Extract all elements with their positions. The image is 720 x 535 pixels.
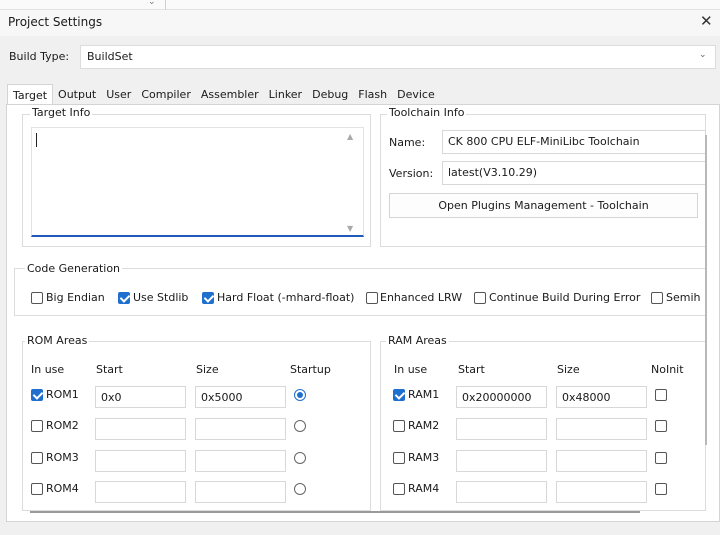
text-caret	[36, 133, 37, 147]
rom1-start-field[interactable]: 0x0	[95, 386, 186, 408]
rom2-startup-radio[interactable]	[294, 420, 306, 432]
ram3-noinit-checkbox[interactable]	[655, 452, 667, 464]
ram-start-header: Start	[458, 363, 485, 376]
ram1-label: RAM1	[408, 388, 440, 401]
rom3-startup-radio[interactable]	[294, 452, 306, 464]
rom4-size-field[interactable]	[195, 481, 286, 503]
continue-build-checkbox[interactable]	[474, 292, 486, 304]
tab-compiler[interactable]: Compiler	[136, 86, 196, 105]
tab-debug[interactable]: Debug	[307, 86, 353, 105]
enhanced-lrw-checkbox[interactable]	[366, 292, 378, 304]
target-info-textarea[interactable]	[31, 127, 364, 237]
rom2-start-field[interactable]	[95, 418, 186, 440]
title-bar	[0, 10, 720, 36]
rom4-start-field[interactable]	[95, 481, 186, 503]
ram1-checkbox[interactable]	[393, 389, 405, 401]
tab-user[interactable]: User	[101, 86, 136, 105]
build-type-select[interactable]: BuildSet	[80, 45, 716, 69]
use-stdlib-checkbox[interactable]	[118, 292, 130, 304]
ram1-noinit-checkbox[interactable]	[655, 389, 667, 401]
ram2-start-field[interactable]	[456, 418, 547, 440]
ram2-checkbox[interactable]	[393, 420, 405, 432]
rom1-size-field[interactable]: 0x5000	[195, 386, 286, 408]
ram3-start-field[interactable]	[456, 450, 547, 472]
big-endian-label: Big Endian	[46, 291, 105, 304]
rom3-checkbox[interactable]	[31, 452, 43, 464]
hard-float-label: Hard Float (-mhard-float)	[217, 291, 355, 304]
tab-target[interactable]: Target	[7, 84, 54, 105]
rom2-label: ROM2	[46, 419, 79, 432]
build-type-label: Build Type:	[9, 50, 70, 63]
rom1-label: ROM1	[46, 388, 79, 401]
tab-assembler[interactable]: Assembler	[196, 86, 264, 105]
ram-inuse-header: In use	[394, 363, 428, 376]
chevron-down-icon: ⌄	[148, 0, 156, 7]
rom4-checkbox[interactable]	[31, 483, 43, 495]
ram4-size-field[interactable]	[556, 481, 647, 503]
rom1-checkbox[interactable]	[31, 389, 43, 401]
semihosting-label: Semih	[666, 291, 701, 304]
rom-areas-label: ROM Areas	[25, 334, 90, 347]
rom2-checkbox[interactable]	[31, 420, 43, 432]
ram2-label: RAM2	[408, 419, 440, 432]
ram-areas-label: RAM Areas	[386, 334, 449, 347]
background-window-strip	[0, 0, 720, 10]
rom4-label: ROM4	[46, 482, 79, 495]
toolchain-name-label: Name:	[389, 136, 426, 149]
window-title: Project Settings	[8, 15, 103, 29]
toolchain-name-field[interactable]: CK 800 CPU ELF-MiniLibc Toolchain	[442, 130, 706, 154]
tab-output[interactable]: Output	[53, 86, 101, 105]
chevron-down-icon[interactable]: ⌄	[699, 50, 707, 60]
rom-startup-header: Startup	[290, 363, 331, 376]
ram3-checkbox[interactable]	[393, 452, 405, 464]
enhanced-lrw-label: Enhanced LRW	[380, 291, 463, 304]
rom-inuse-header: In use	[31, 363, 65, 376]
continue-build-label: Continue Build During Error	[489, 291, 641, 304]
tab-linker[interactable]: Linker	[264, 86, 307, 105]
code-generation-label: Code Generation	[25, 262, 123, 275]
vertical-scrollbar[interactable]	[705, 135, 707, 445]
ram4-noinit-checkbox[interactable]	[655, 483, 667, 495]
toolchain-version-label: Version:	[389, 167, 434, 180]
target-info-label: Target Info	[30, 106, 93, 119]
horizontal-scrollbar[interactable]	[30, 511, 640, 513]
ram4-start-field[interactable]	[456, 481, 547, 503]
ram-size-header: Size	[557, 363, 580, 376]
rom1-startup-radio[interactable]	[294, 389, 306, 401]
hard-float-checkbox[interactable]	[202, 292, 214, 304]
rom3-start-field[interactable]	[95, 450, 186, 472]
ram1-size-field[interactable]: 0x48000	[556, 386, 647, 408]
ram4-label: RAM4	[408, 482, 440, 495]
close-icon[interactable]: ✕	[700, 12, 713, 30]
rom2-size-field[interactable]	[195, 418, 286, 440]
rom3-label: ROM3	[46, 451, 79, 464]
rom-start-header: Start	[96, 363, 123, 376]
scroll-down-icon[interactable]: ▼	[347, 224, 353, 233]
ram1-start-field[interactable]: 0x20000000	[456, 386, 547, 408]
tab-flash[interactable]: Flash	[353, 86, 392, 105]
big-endian-checkbox[interactable]	[31, 292, 43, 304]
tab-device[interactable]: Device	[392, 86, 440, 105]
ram4-checkbox[interactable]	[393, 483, 405, 495]
rom3-size-field[interactable]	[195, 450, 286, 472]
tab-bar: Target Output User Compiler Assembler Li…	[7, 84, 440, 106]
ram2-noinit-checkbox[interactable]	[655, 420, 667, 432]
scroll-up-icon[interactable]: ▲	[347, 132, 353, 141]
ram3-size-field[interactable]	[556, 450, 647, 472]
ram3-label: RAM3	[408, 451, 440, 464]
use-stdlib-label: Use Stdlib	[133, 291, 189, 304]
semihosting-checkbox[interactable]	[651, 292, 663, 304]
rom-size-header: Size	[196, 363, 219, 376]
open-plugins-management-button[interactable]: Open Plugins Management - Toolchain	[389, 193, 698, 218]
ram-noinit-header: NoInit	[651, 363, 684, 376]
rom4-startup-radio[interactable]	[294, 483, 306, 495]
background-separator	[165, 0, 166, 10]
toolchain-info-label: Toolchain Info	[387, 106, 467, 119]
toolchain-version-field[interactable]: latest(V3.10.29)	[442, 161, 706, 185]
ram2-size-field[interactable]	[556, 418, 647, 440]
